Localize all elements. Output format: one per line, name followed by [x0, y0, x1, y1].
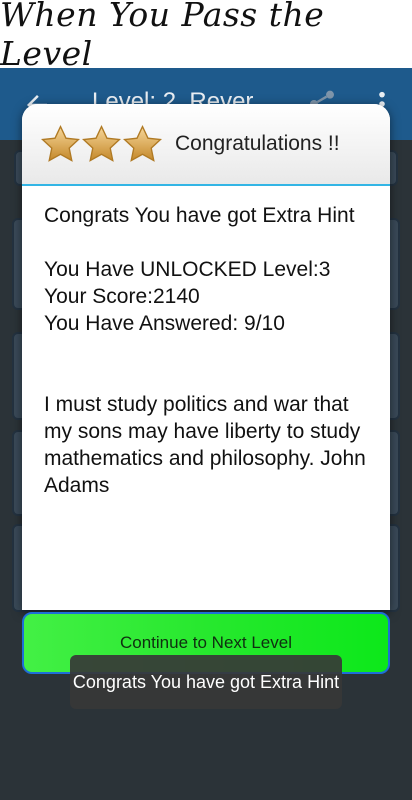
dialog-title: Congratulations !!	[175, 132, 340, 155]
banner-text: When You Pass the Level	[0, 0, 325, 73]
answered-text: You Have Answered: 9/10	[44, 312, 285, 335]
star-icon	[40, 124, 81, 162]
dialog-header: Congratulations !!	[22, 104, 390, 186]
score-text: Your Score:2140	[44, 285, 200, 308]
star-icon	[122, 124, 163, 162]
congrats-dialog: Congratulations !! Congrats You have got…	[22, 104, 390, 610]
extra-hint-message: Congrats You have got Extra Hint	[44, 204, 355, 227]
star-icon	[81, 124, 122, 162]
unlocked-level-text: You Have UNLOCKED Level:3	[44, 258, 331, 281]
toast-message: Congrats You have got Extra Hint	[70, 655, 342, 709]
dialog-body: Congrats You have got Extra Hint You Hav…	[22, 186, 390, 499]
star-rating	[40, 123, 163, 166]
promo-banner: When You Pass the Level	[0, 0, 412, 73]
quote-text: I must study politics and war that my so…	[44, 393, 371, 497]
